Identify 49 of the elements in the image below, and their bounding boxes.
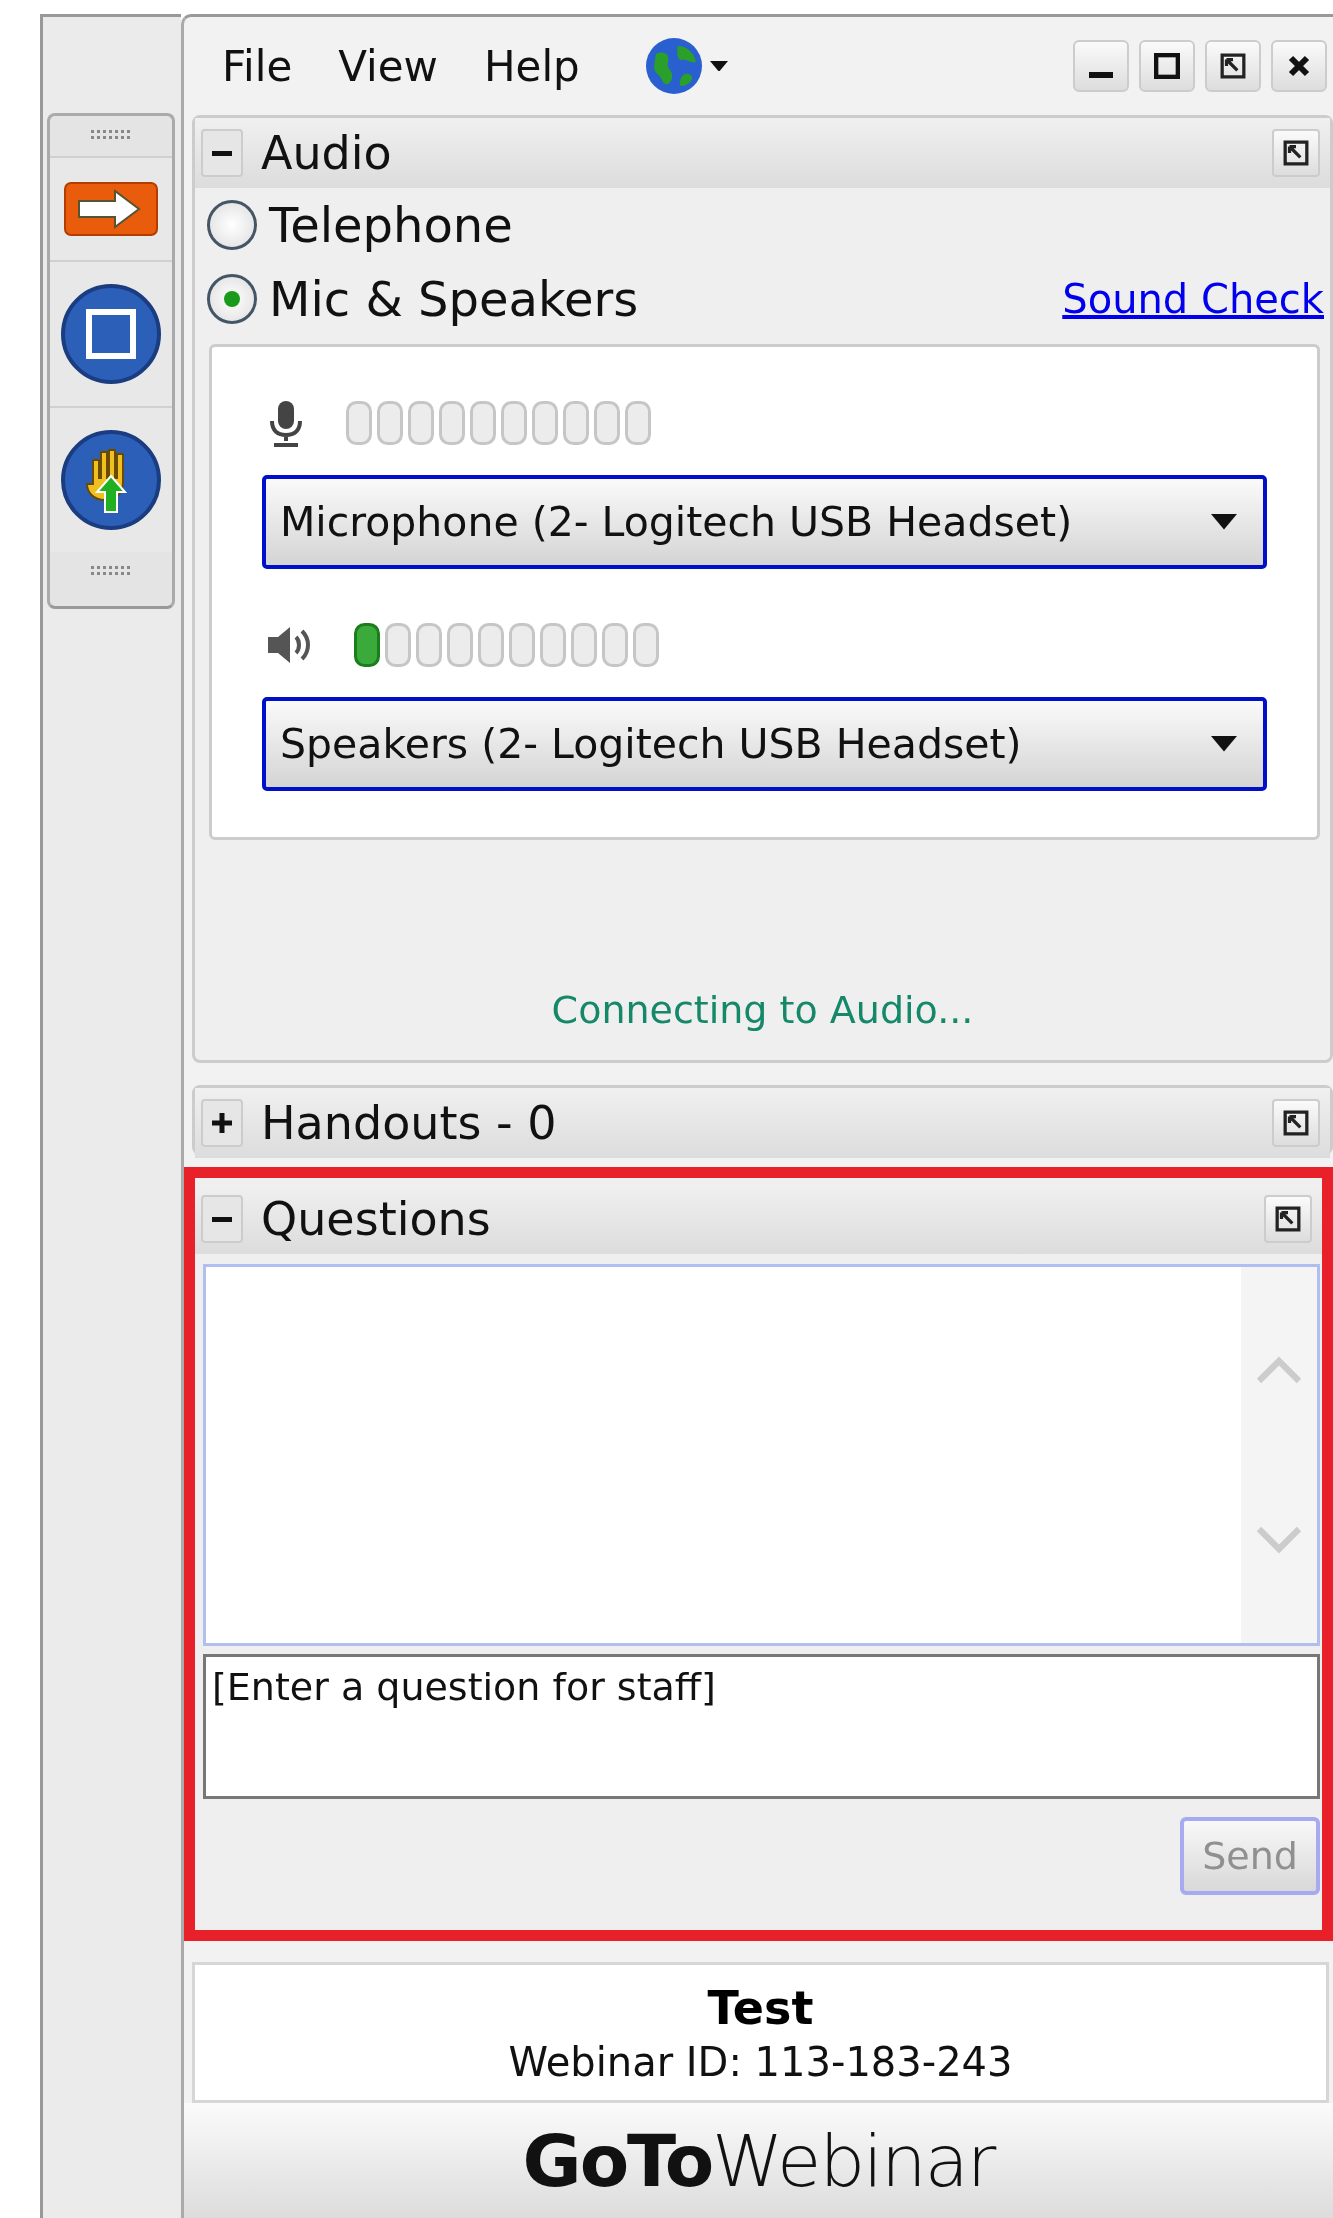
radio-button[interactable] [207, 200, 257, 250]
menu-item[interactable]: Help [483, 41, 580, 91]
microphone-dropdown[interactable]: Microphone (2- Logitech USB Headset) [262, 475, 1267, 569]
maximize-button[interactable] [1139, 40, 1195, 92]
collapse-button[interactable] [201, 1195, 243, 1243]
speaker-dropdown[interactable]: Speakers (2- Logitech USB Headset) [262, 697, 1267, 791]
webinar-title: Test [707, 1980, 814, 2035]
globe-icon [643, 36, 704, 96]
popout-button[interactable] [1272, 1099, 1320, 1147]
raise-hand-button[interactable] [50, 406, 172, 552]
caret-icon [1211, 736, 1237, 752]
minus-icon [212, 1216, 232, 1222]
plus-icon [212, 1113, 232, 1133]
popout-button[interactable] [1205, 40, 1261, 92]
menu-item[interactable]: File [222, 41, 293, 91]
minimize-button[interactable] [1073, 40, 1129, 92]
close-button[interactable] [1271, 40, 1327, 92]
minimize-icon [1089, 72, 1113, 78]
popout-button[interactable] [1272, 129, 1320, 177]
grip-icon[interactable] [91, 566, 131, 578]
panel-title: Handouts - 0 [261, 1096, 557, 1150]
collapse-button[interactable] [201, 129, 243, 177]
webinar-id: Webinar ID: 113-183-243 [508, 2038, 1013, 2085]
sound-check-link[interactable]: Sound Check [1062, 276, 1330, 322]
option-label: Telephone [269, 197, 513, 253]
caret-icon [1211, 514, 1237, 530]
hand-icon [59, 428, 163, 532]
expand-button[interactable] [201, 1099, 243, 1147]
panel-title: Questions [261, 1192, 491, 1246]
grip-icon[interactable] [91, 130, 131, 142]
radio-button[interactable] [207, 274, 257, 324]
arrow-button[interactable] [50, 156, 172, 260]
option-label: Mic & Speakers [269, 271, 639, 327]
popout-icon [1283, 1110, 1309, 1136]
language-button[interactable] [643, 36, 728, 96]
close-icon [1287, 54, 1311, 78]
popout-icon [1283, 140, 1309, 166]
caret-icon [709, 60, 728, 72]
popout-icon [1275, 1206, 1301, 1232]
popout-button[interactable] [1264, 1195, 1312, 1243]
panel-title: Audio [261, 126, 392, 180]
maximize-icon [1154, 53, 1180, 79]
popout-icon [1220, 53, 1246, 79]
screen-button[interactable] [50, 260, 172, 406]
minus-icon [212, 150, 232, 156]
menu-item[interactable]: View [338, 41, 438, 91]
logo: GoToWebinar [522, 2118, 995, 2203]
question-input[interactable]: [Enter a question for staff] [203, 1654, 1320, 1799]
status-text: Connecting to Audio... [551, 988, 974, 1032]
